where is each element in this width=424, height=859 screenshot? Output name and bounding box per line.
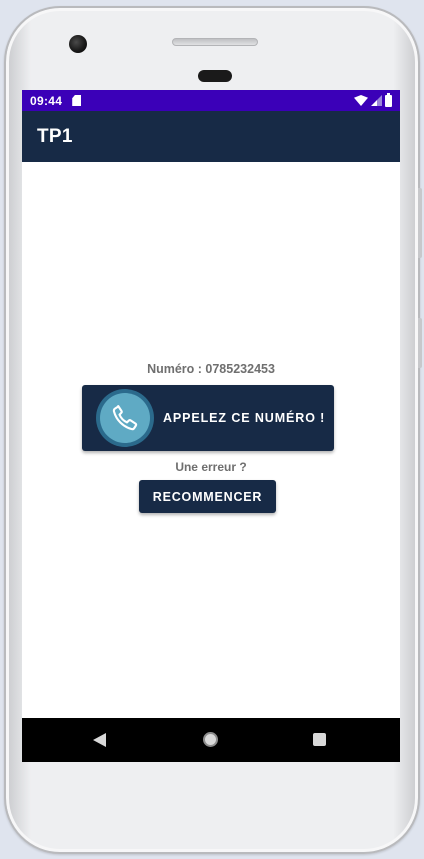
sd-card-icon [72,95,82,106]
call-button-label: APPELEZ CE NUMÉRO ! [163,411,326,425]
phone-number-label: Numéro : 0785232453 [147,362,275,376]
volume-button[interactable] [418,188,422,258]
status-icons [354,92,392,107]
device-screen: 09:44 TP1 Numéro : 0785232453 APPELEZ CE… [22,90,400,762]
main-content: Numéro : 0785232453 APPELEZ CE NUMÉRO ! … [22,162,400,718]
call-icon-badge [96,389,154,447]
front-camera-icon [69,35,87,53]
call-number-button[interactable]: APPELEZ CE NUMÉRO ! [82,385,334,451]
recent-square-icon[interactable] [313,733,326,746]
battery-icon [385,92,392,107]
restart-button[interactable]: RECOMMENCER [139,480,276,513]
speaker-grille [172,38,258,46]
earpiece-sensor [198,70,232,82]
cell-signal-icon [371,95,382,106]
home-circle-icon[interactable] [203,732,218,747]
navigation-bar [22,718,400,762]
app-bar: TP1 [22,111,400,162]
error-prompt: Une erreur ? [175,460,247,474]
app-title: TP1 [37,125,73,147]
power-button[interactable] [418,318,422,368]
status-time: 09:44 [30,93,63,108]
status-bar: 09:44 [22,90,400,111]
wifi-icon [354,95,368,106]
phone-handset-icon [112,405,138,431]
back-triangle-icon[interactable] [93,733,106,747]
